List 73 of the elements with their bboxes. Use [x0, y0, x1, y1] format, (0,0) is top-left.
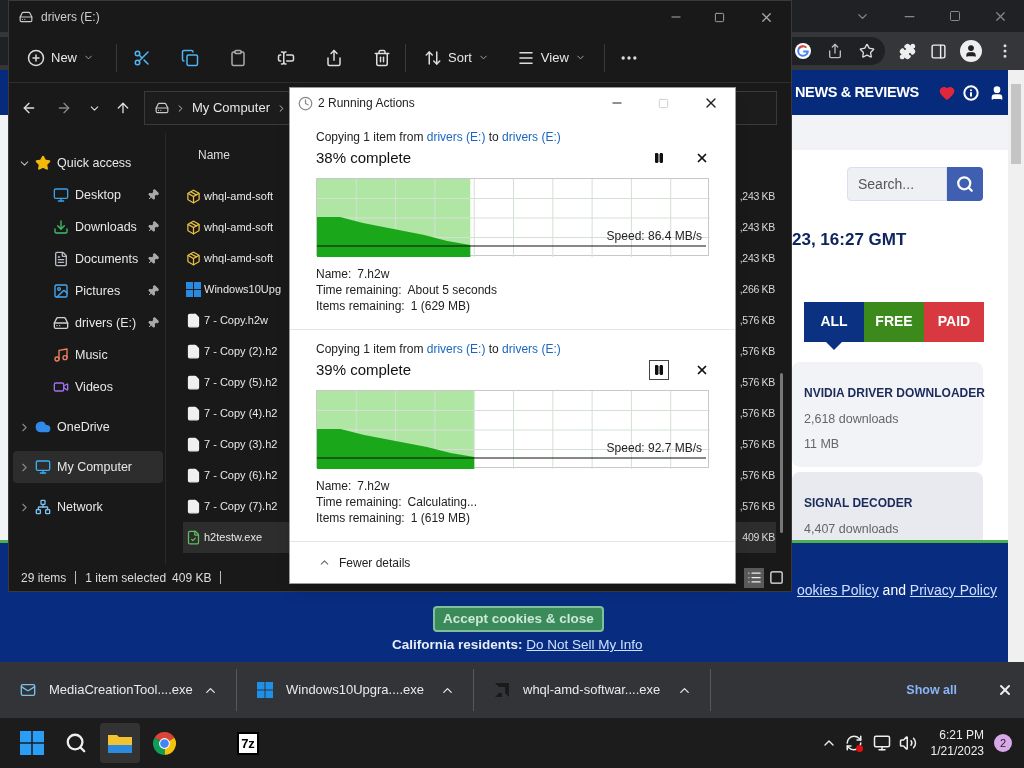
detail-value: 1 (629 MB)	[410, 298, 471, 314]
file-size: ,576 KB	[739, 498, 775, 514]
file-name: Windows10Upg	[204, 282, 282, 298]
file-name: 7 - Copy (7).h2	[204, 499, 278, 515]
date: 1/21/2023	[930, 743, 984, 759]
file-size: ,243 KB	[739, 188, 775, 204]
file-name: 7 - Copy.h2w	[204, 313, 268, 329]
detail-value: 1 (619 MB)	[410, 510, 471, 526]
copy-description: Copying 1 item from drivers (E:) to drivers (E:)	[316, 341, 562, 357]
nav-label: Music	[75, 346, 109, 364]
file-name: h2testw.exe	[204, 530, 263, 546]
detail-value: Calculating...	[407, 494, 477, 510]
detail-value: 7.h2w	[357, 478, 390, 494]
file-size: ,243 KB	[739, 219, 775, 235]
speed-label: Speed: 86.4 MB/s	[606, 228, 702, 245]
archive-app-icon: 7z	[237, 731, 259, 755]
file-size: 409 KB	[742, 529, 775, 545]
file-name: whql-amd-soft	[204, 251, 274, 267]
search-placeholder: Search...	[858, 174, 915, 194]
nav-label: Downloads	[75, 218, 138, 236]
file-size: ,576 KB	[739, 467, 775, 483]
cookie-policy-text: ookies Policy and Privacy Policy	[797, 581, 997, 600]
file-size: ,576 KB	[739, 312, 775, 328]
detail-label: Items remaining:	[316, 298, 405, 314]
detail-label: Items remaining:	[316, 510, 405, 526]
time: 6:21 PM	[939, 727, 984, 743]
selection-size: 409 KB	[172, 569, 212, 587]
selection-info: 1 item selected	[85, 569, 167, 587]
file-name: whql-amd-soft	[204, 220, 274, 236]
progress-text: 39% complete	[316, 359, 413, 380]
file-size: ,576 KB	[739, 405, 775, 421]
file-size: 11 MB	[804, 436, 841, 454]
speed-label: Speed: 92.7 MB/s	[606, 440, 702, 457]
file-size: ,576 KB	[739, 374, 775, 390]
file-size: ,576 KB	[739, 343, 775, 359]
california-notice: California residents: Do Not Sell My Info	[392, 636, 643, 654]
detail-value: About 5 seconds	[407, 282, 497, 298]
nav-label: My Computer	[57, 458, 134, 476]
file-name: 7 - Copy (3).h2	[204, 437, 278, 453]
file-name: whql-amd-soft	[204, 189, 274, 205]
nav-label: Desktop	[75, 186, 122, 204]
nav-label: OneDrive	[57, 418, 111, 436]
download-name: MediaCreationTool....exe	[49, 681, 194, 700]
card-title: NVIDIA DRIVER DOWNLOADER	[804, 384, 983, 402]
file-name: 7 - Copy (4).h2	[204, 406, 278, 422]
nav-label: Network	[57, 498, 104, 516]
nav-label: drivers (E:)	[75, 314, 138, 332]
file-size: ,243 KB	[739, 250, 775, 266]
nav-label: Documents	[75, 250, 140, 268]
nav-label: Pictures	[75, 282, 122, 300]
file-size: ,266 KB	[739, 281, 775, 297]
download-name: Windows10Upgra....exe	[286, 681, 425, 700]
file-name: 7 - Copy (2).h2	[204, 344, 278, 360]
copy-description: Copying 1 item from drivers (E:) to drivers (E:)	[316, 129, 562, 145]
download-name: whql-amd-softwar....exe	[523, 681, 662, 700]
file-name: 7 - Copy (6).h2	[204, 468, 278, 484]
download-count: 2,618 downloads	[804, 410, 900, 428]
file-name: 7 - Copy (5).h2	[204, 375, 278, 391]
file-size: ,576 KB	[739, 436, 775, 452]
download-count: 4,407 downloads	[804, 520, 900, 538]
card-title: SIGNAL DECODER	[804, 494, 914, 512]
dialog-title: 2 Running Actions	[318, 95, 415, 112]
nav-label: Videos	[75, 378, 114, 396]
detail-label: Time remaining:	[316, 282, 402, 298]
progress-text: 38% complete	[316, 147, 413, 168]
detail-label: Name:	[316, 478, 352, 494]
item-count: 29 items	[21, 569, 67, 587]
window-title: drivers (E:)	[41, 9, 100, 26]
detail-label: Name:	[316, 266, 352, 282]
timestamp: 23, 16:27 GMT	[792, 229, 908, 251]
detail-label: Time remaining:	[316, 494, 402, 510]
nav-label: Quick access	[57, 154, 133, 172]
detail-value: 7.h2w	[357, 266, 390, 282]
